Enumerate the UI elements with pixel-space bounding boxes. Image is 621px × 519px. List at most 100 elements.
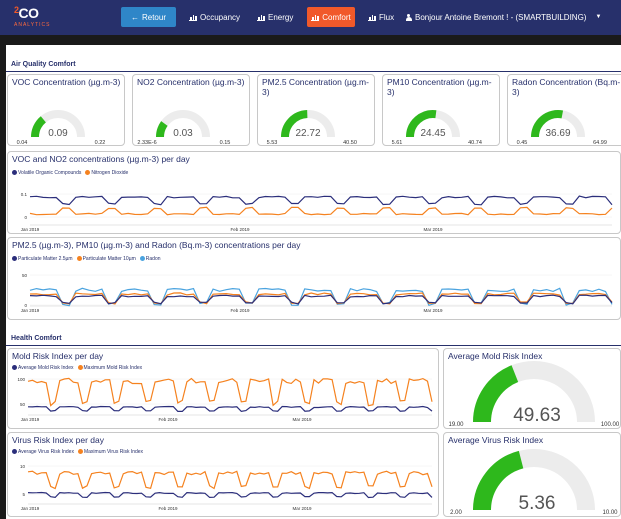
voc-no2-chart-card: VOC and NO2 concentrations (µg.m-3) per … bbox=[7, 151, 621, 234]
gauge-min-label: 5.61 bbox=[392, 140, 403, 146]
x-tick-label: Feb 2019 bbox=[230, 308, 250, 313]
user-icon bbox=[405, 13, 412, 21]
gauge-value: 0.03 bbox=[173, 128, 193, 139]
x-tick-label: Jan 2019 bbox=[21, 227, 40, 232]
bar-chart-icon bbox=[257, 14, 265, 21]
nav-flux-label: Flux bbox=[379, 12, 395, 22]
virus-risk-plot: 10 5 Jan 2019 Feb 2019 Mar 2019 bbox=[20, 464, 433, 511]
x-tick-label: Jan 2019 bbox=[21, 506, 40, 511]
caret-down-icon: ▼ bbox=[595, 14, 602, 20]
nav-comfort-active[interactable]: Comfort bbox=[307, 7, 355, 27]
y-tick-label: 10 bbox=[20, 464, 26, 469]
gauge-fill bbox=[31, 116, 47, 138]
gauge-value: 0.09 bbox=[48, 128, 68, 139]
y-tick-label: 5 bbox=[22, 492, 25, 497]
gauge-min-label: 19.00 bbox=[448, 422, 464, 428]
voc-no2-plot: 0.1 0 Jan 2019 Feb 2019 Mar 2019 bbox=[21, 192, 613, 232]
x-tick-label: Feb 2019 bbox=[230, 227, 250, 232]
nav-occupancy-label: Occupancy bbox=[200, 12, 241, 22]
nav-energy[interactable]: Energy bbox=[257, 7, 293, 27]
y-tick-label: 100 bbox=[17, 377, 25, 382]
gauge-card-voc: VOC Concentration (µg.m-3) 0.09 0.04 0.22 bbox=[7, 74, 125, 146]
series-line-2 bbox=[27, 491, 433, 499]
gauge-dial: 36.69 0.45 64.99 bbox=[517, 110, 607, 146]
gauge-min-label: 0.04 bbox=[17, 140, 28, 146]
section-title-health: Health Comfort bbox=[11, 335, 62, 342]
gauge-max-label: 40.74 bbox=[468, 140, 482, 146]
section-title-air-quality: Air Quality Comfort bbox=[11, 61, 76, 68]
gauge-max-label: 40.50 bbox=[343, 140, 357, 146]
back-button-label: Retour bbox=[141, 12, 166, 22]
user-greeting: Bonjour Antoine Bremont ! - (SMARTBUILDI… bbox=[415, 12, 587, 22]
nav-occupancy[interactable]: Occupancy bbox=[189, 7, 240, 27]
bar-chart-icon bbox=[311, 14, 320, 21]
gauge-max-label: 10.00 bbox=[602, 510, 618, 516]
y-tick-label: 50 bbox=[22, 273, 28, 278]
x-tick-label: Mar 2019 bbox=[292, 417, 312, 422]
x-tick-label: Mar 2019 bbox=[292, 506, 312, 511]
x-tick-label: Jan 2019 bbox=[21, 417, 40, 422]
gauge-max-label: 64.99 bbox=[593, 140, 607, 146]
bar-chart-icon bbox=[189, 14, 197, 21]
gauge-min-label: 2.33E-6 bbox=[137, 140, 156, 146]
y-tick-label: 0 bbox=[24, 215, 27, 220]
series-line-1 bbox=[27, 470, 433, 490]
series-line-1 bbox=[29, 195, 613, 206]
gauge-value: 24.45 bbox=[420, 128, 445, 139]
logo-text: CO bbox=[18, 5, 40, 21]
nav-flux[interactable]: Flux bbox=[368, 7, 394, 27]
gauge-fill bbox=[156, 121, 168, 138]
series-line-2 bbox=[27, 405, 433, 413]
gauge-fill bbox=[473, 365, 519, 423]
nav-energy-label: Energy bbox=[268, 12, 294, 22]
gauge-min-label: 0.45 bbox=[517, 140, 528, 146]
y-tick-label: 0.1 bbox=[21, 192, 28, 197]
gauge-dial: 22.72 5.53 40.50 bbox=[267, 110, 357, 146]
pm-radon-chart-card: PM2.5 (µg.m-3), PM10 (µg.m-3) and Radon … bbox=[7, 237, 621, 320]
series-line-2 bbox=[29, 206, 613, 216]
gauge-value: 36.69 bbox=[545, 128, 570, 139]
comfort-dashboard: Air Quality Comfort VOC Concentration (µ… bbox=[6, 45, 621, 519]
section-divider bbox=[6, 71, 621, 72]
top-navigation-bar: 2CO ANALYTICS ← Retour Occupancy Energy … bbox=[0, 0, 621, 35]
virus-risk-chart-card: Virus Risk Index per day Average Virus R… bbox=[7, 432, 439, 517]
gauge-fill bbox=[473, 450, 524, 511]
x-tick-label: Mar 2019 bbox=[423, 308, 443, 313]
series-line-3 bbox=[29, 294, 613, 305]
y-tick-label: 50 bbox=[20, 402, 26, 407]
mold-risk-chart-card: Mold Risk Index per day Average Mold Ris… bbox=[7, 348, 439, 429]
gauge-max-label: 0.15 bbox=[220, 140, 231, 146]
user-menu[interactable]: Bonjour Antoine Bremont ! - (SMARTBUILDI… bbox=[405, 7, 601, 27]
gauge-card-pm25: PM2.5 Concentration (µg.m-3) 22.72 5.53 40.… bbox=[257, 74, 375, 146]
gauge-card-no2: NO2 Concentration (µg.m-3) 0.03 2.33E-6 0.1… bbox=[132, 74, 250, 146]
bar-chart-icon bbox=[368, 14, 376, 21]
x-tick-label: Feb 2019 bbox=[158, 506, 178, 511]
x-tick-label: Mar 2019 bbox=[423, 227, 443, 232]
avg-virus-risk-gauge: 5.36 2.00 10.00 bbox=[450, 449, 618, 516]
gauge-value: 22.72 bbox=[295, 128, 320, 139]
arrow-left-icon: ← bbox=[130, 12, 139, 22]
gauge-dial: 0.03 2.33E-6 0.15 bbox=[137, 110, 231, 146]
nav-comfort-label: Comfort bbox=[322, 12, 351, 22]
gauge-min-label: 2.00 bbox=[450, 510, 462, 516]
avg-virus-risk-card: Average Virus Risk Index 5.36 2.00 10.00 bbox=[443, 432, 621, 517]
gauge-value: 5.36 bbox=[519, 493, 556, 514]
gauge-max-label: 0.22 bbox=[95, 140, 106, 146]
series-line-1 bbox=[27, 377, 433, 407]
x-tick-label: Jan 2019 bbox=[21, 308, 40, 313]
avg-mold-risk-gauge: 49.63 19.00 100.00 bbox=[448, 361, 620, 428]
mold-risk-plot: 100 50 Jan 2019 Feb 2019 Mar 2019 bbox=[17, 377, 433, 422]
gauge-min-label: 5.53 bbox=[267, 140, 278, 146]
gauge-card-pm10: PM10 Concentration (µg.m-3) 24.45 5.61 40.7… bbox=[382, 74, 500, 146]
gauge-dial: 24.45 5.61 40.74 bbox=[392, 110, 482, 146]
gauge-value: 49.63 bbox=[513, 405, 561, 426]
gauge-max-label: 100.00 bbox=[601, 422, 620, 428]
avg-mold-risk-card: Average Mold Risk Index 49.63 19.00 100.00 bbox=[443, 348, 621, 429]
section-divider bbox=[6, 345, 621, 346]
gauge-card-radon: Radon Concentration (Bq.m-3) 36.69 0.45 64.… bbox=[507, 74, 621, 146]
pm-radon-plot: 500Jan 2019 Feb 2019 Mar 2019 bbox=[21, 273, 613, 313]
x-tick-label: Feb 2019 bbox=[158, 417, 178, 422]
logo-subtitle: ANALYTICS bbox=[14, 22, 51, 28]
back-button[interactable]: ← Retour bbox=[121, 7, 176, 27]
gauge-dial: 0.09 0.04 0.22 bbox=[17, 110, 106, 146]
